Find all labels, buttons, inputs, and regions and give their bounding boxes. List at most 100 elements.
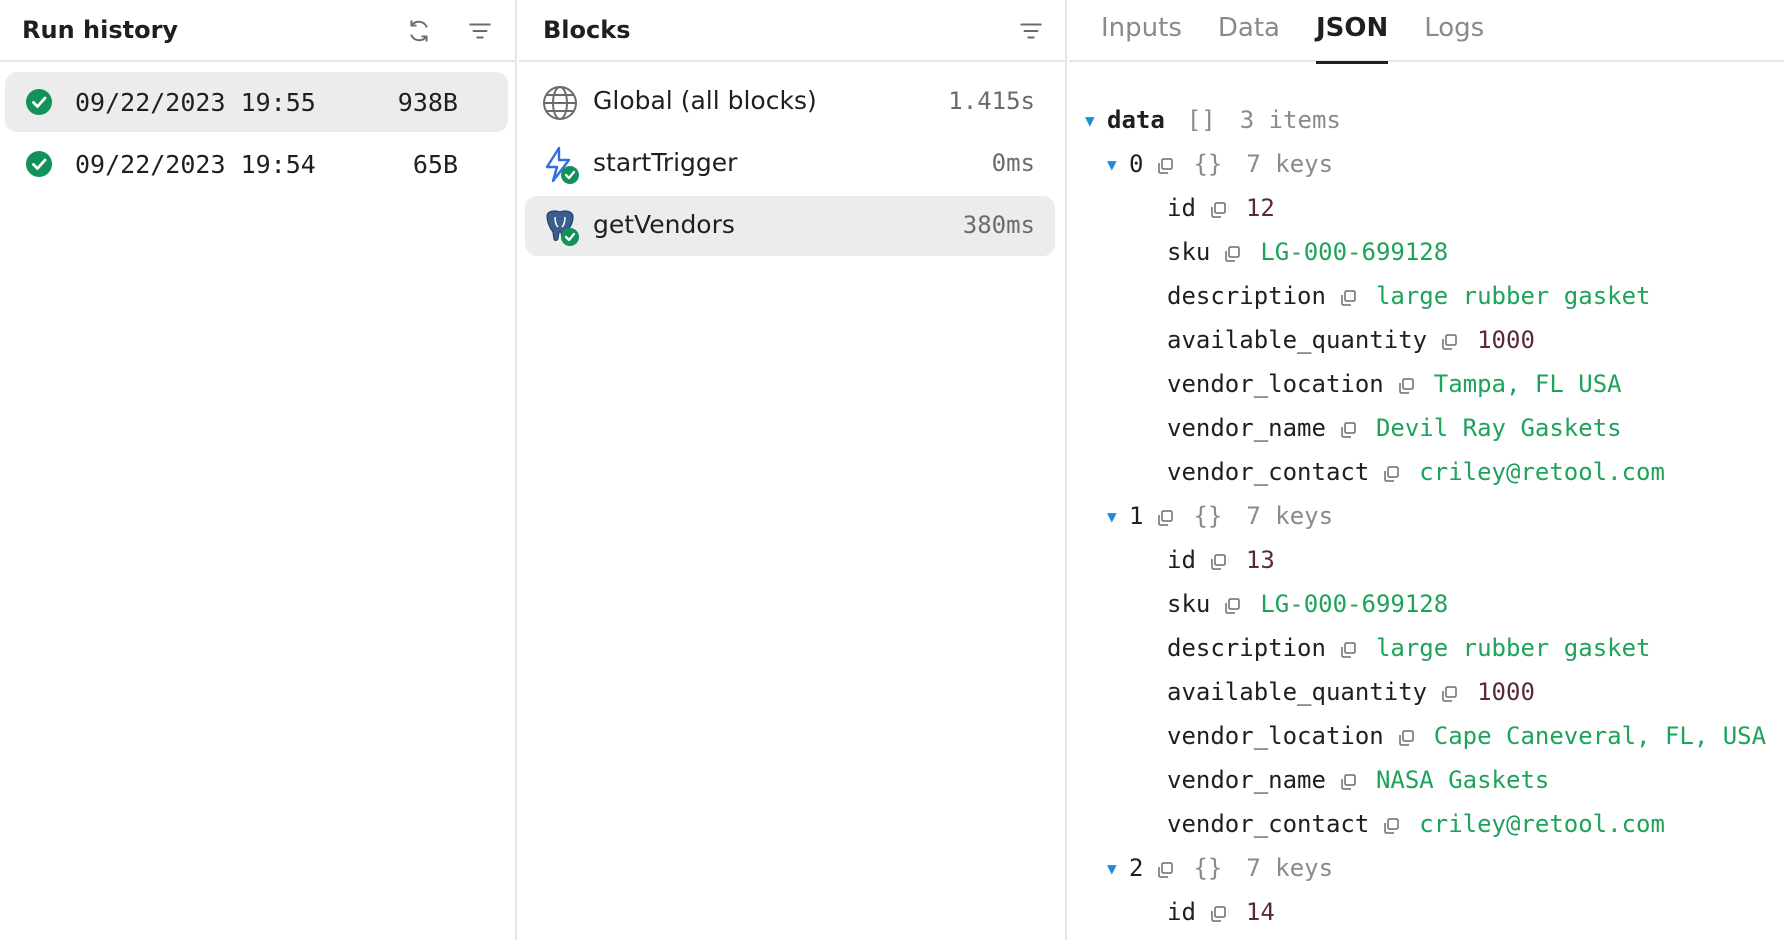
caret-down-icon[interactable]: ▼ [1107, 859, 1129, 878]
json-key: description [1167, 634, 1326, 662]
block-item-global[interactable]: Global (all blocks) 1.415s [525, 72, 1055, 132]
blocks-header: Blocks [519, 0, 1065, 62]
json-field-row: sku LG-000-699128 [1085, 582, 1784, 626]
json-root-row: ▼ data [] 3 items [1085, 98, 1784, 142]
json-field-row: available_quantity 1000 [1085, 670, 1784, 714]
copy-icon[interactable] [1155, 506, 1175, 526]
block-duration: 380ms [962, 211, 1035, 239]
run-row[interactable]: 09/22/2023 19:55 938B [5, 72, 508, 132]
json-value: Devil Ray Gaskets [1375, 414, 1622, 442]
json-key: vendor_location [1167, 722, 1384, 750]
block-item-getvendors[interactable]: getVendors 380ms [525, 196, 1055, 256]
json-value: 1000 [1477, 678, 1535, 706]
json-value: criley@retool.com [1419, 458, 1665, 486]
json-field-row: description large rubber gasket [1085, 274, 1784, 318]
json-value: LG-000-699128 [1260, 238, 1449, 266]
json-field-row: available_quantity 1000 [1085, 318, 1784, 362]
caret-down-icon[interactable]: ▼ [1107, 155, 1129, 174]
json-key: available_quantity [1167, 326, 1428, 354]
json-key: vendor_contact [1167, 810, 1370, 838]
json-value: criley@retool.com [1419, 810, 1665, 838]
json-field-row: vendor_name NASA Gaskets [1085, 758, 1784, 802]
copy-icon[interactable] [1208, 902, 1228, 922]
tab-inputs[interactable]: Inputs [1101, 0, 1182, 62]
postgres-elephant-icon [546, 210, 579, 246]
tab-list: Inputs Data JSON Logs [1101, 0, 1520, 64]
json-object-row: ▼ 1 {} 7 keys [1085, 494, 1784, 538]
json-field-row: id 12 [1085, 186, 1784, 230]
copy-icon[interactable] [1338, 638, 1358, 658]
json-key: id [1167, 546, 1196, 574]
json-value: 14 [1245, 898, 1275, 926]
json-key: id [1167, 898, 1196, 926]
json-field-row: id 13 [1085, 538, 1784, 582]
success-check-icon [26, 89, 52, 115]
tab-logs[interactable]: Logs [1424, 0, 1484, 62]
json-value: Tampa, FL USA [1433, 370, 1622, 398]
caret-down-icon[interactable]: ▼ [1085, 111, 1107, 130]
json-object-row: ▼ 0 {} 7 keys [1085, 142, 1784, 186]
json-field-row: id 14 [1085, 890, 1784, 934]
copy-icon[interactable] [1381, 462, 1401, 482]
json-index: 2 [1129, 854, 1144, 882]
json-index: 0 [1129, 150, 1144, 178]
copy-icon[interactable] [1381, 814, 1401, 834]
json-field-row: vendor_contact criley@retool.com [1085, 450, 1784, 494]
run-history-panel: Run history 09/22/2023 19:55 938B 09/22/… [0, 0, 517, 940]
copy-icon[interactable] [1439, 330, 1459, 350]
json-field-row: sku LG-000-699128 [1085, 230, 1784, 274]
block-name: getVendors [593, 210, 735, 239]
block-item-starttrigger[interactable]: startTrigger 0ms [525, 134, 1055, 194]
copy-icon[interactable] [1155, 858, 1175, 878]
copy-icon[interactable] [1222, 594, 1242, 614]
json-key: vendor_contact [1167, 458, 1370, 486]
run-timestamp: 09/22/2023 19:55 [75, 87, 316, 117]
block-duration: 0ms [991, 149, 1035, 177]
copy-icon[interactable] [1338, 286, 1358, 306]
json-value: large rubber gasket [1375, 634, 1651, 662]
success-check-icon [26, 151, 52, 177]
json-field-row: vendor_location Tampa, FL USA [1085, 362, 1784, 406]
json-key: sku [1167, 238, 1211, 266]
filter-icon[interactable] [1016, 16, 1046, 46]
copy-icon[interactable] [1208, 198, 1228, 218]
json-value: large rubber gasket [1375, 282, 1651, 310]
run-size: 938B [397, 87, 458, 117]
block-duration: 1.415s [948, 87, 1035, 115]
block-name: Global (all blocks) [593, 86, 817, 115]
tab-data[interactable]: Data [1218, 0, 1280, 62]
json-field-row: description large rubber gasket [1085, 626, 1784, 670]
run-row[interactable]: 09/22/2023 19:54 65B [5, 134, 508, 194]
copy-icon[interactable] [1439, 682, 1459, 702]
copy-icon[interactable] [1208, 550, 1228, 570]
copy-icon[interactable] [1338, 418, 1358, 438]
filter-icon[interactable] [465, 16, 495, 46]
json-value: NASA Gaskets [1375, 766, 1550, 794]
run-history-title: Run history [22, 16, 179, 44]
json-key: sku [1167, 590, 1211, 618]
block-name: startTrigger [593, 148, 738, 177]
json-value: 1000 [1477, 326, 1535, 354]
caret-down-icon[interactable]: ▼ [1107, 507, 1129, 526]
json-meta: {} 7 keys [1193, 150, 1334, 178]
json-key: data [1107, 106, 1165, 134]
copy-icon[interactable] [1396, 374, 1416, 394]
json-field-row: vendor_location Cape Caneveral, FL, USA [1085, 714, 1784, 758]
copy-icon[interactable] [1396, 726, 1416, 746]
json-value: 12 [1245, 194, 1275, 222]
json-value: 13 [1245, 546, 1275, 574]
copy-icon[interactable] [1222, 242, 1242, 262]
detail-tabs-bar: Inputs Data JSON Logs [1069, 0, 1784, 64]
run-size: 65B [412, 149, 458, 179]
json-key: description [1167, 282, 1326, 310]
tab-json[interactable]: JSON [1315, 0, 1389, 64]
json-field-row: vendor_contact criley@retool.com [1085, 802, 1784, 846]
copy-icon[interactable] [1338, 770, 1358, 790]
json-field-row: vendor_name Devil Ray Gaskets [1085, 406, 1784, 450]
json-value: LG-000-699128 [1260, 590, 1449, 618]
refresh-icon[interactable] [404, 16, 434, 46]
json-meta: [] 3 items [1186, 106, 1341, 134]
blocks-panel: Blocks Global (all blocks) 1.415s startT… [519, 0, 1067, 940]
globe-icon [543, 86, 577, 120]
copy-icon[interactable] [1155, 154, 1175, 174]
